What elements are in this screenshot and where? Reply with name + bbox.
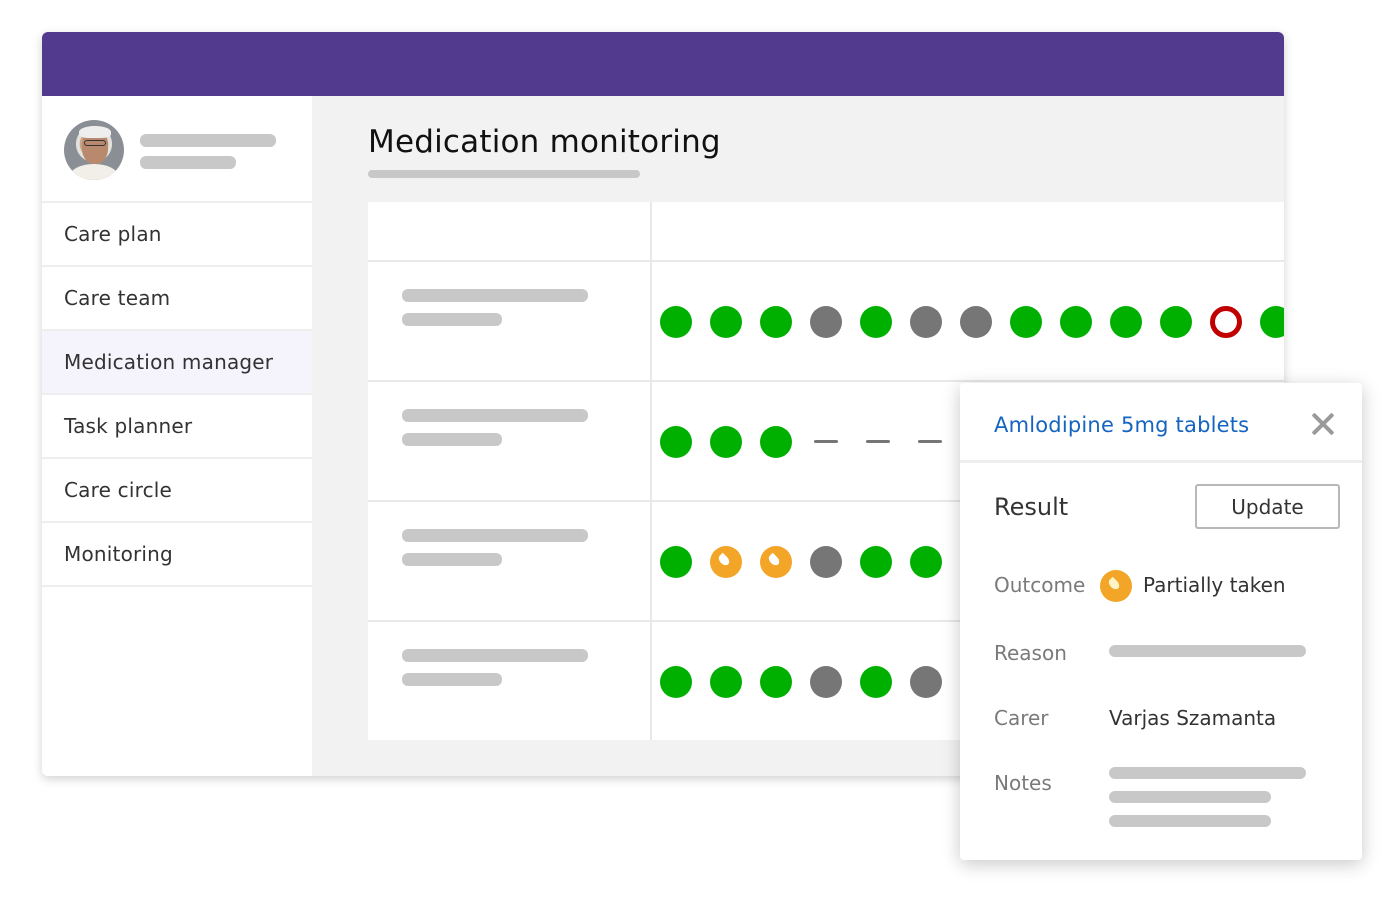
table-row[interactable] xyxy=(368,262,1284,382)
medication-dose-placeholder xyxy=(402,673,502,686)
carer-value: Varjas Szamanta xyxy=(1109,706,1277,730)
dose-status-not-due[interactable] xyxy=(810,546,842,578)
dose-status-taken[interactable] xyxy=(710,306,742,338)
sidebar-item-monitoring[interactable]: Monitoring xyxy=(42,523,312,587)
reason-label: Reason xyxy=(994,641,1067,665)
dose-status-taken[interactable] xyxy=(910,546,942,578)
update-button[interactable]: Update xyxy=(1195,484,1340,529)
sidebar-item-care-circle[interactable]: Care circle xyxy=(42,459,312,523)
dose-status-taken[interactable] xyxy=(860,666,892,698)
medication-name-placeholder xyxy=(402,409,588,422)
reason-placeholder xyxy=(1109,645,1306,657)
dose-status-partial[interactable] xyxy=(710,546,742,578)
dose-status-taken[interactable] xyxy=(860,306,892,338)
dose-status-taken[interactable] xyxy=(760,306,792,338)
page-title: Medication monitoring xyxy=(368,124,721,160)
dose-status-taken[interactable] xyxy=(1010,306,1042,338)
outcome-value: Partially taken xyxy=(1143,573,1286,597)
outcome-label: Outcome xyxy=(994,573,1086,597)
partial-dose-icon xyxy=(1100,570,1132,602)
medication-detail-popup: Amlodipine 5mg tablets Result Update Out… xyxy=(960,383,1362,860)
dose-status-not-due[interactable] xyxy=(910,666,942,698)
dose-status-taken[interactable] xyxy=(1110,306,1142,338)
no-record-dash xyxy=(814,440,838,443)
medication-dose-placeholder xyxy=(402,553,502,566)
notes-placeholder-line xyxy=(1109,815,1271,827)
medication-name-placeholder xyxy=(402,289,588,302)
dose-status-not-due[interactable] xyxy=(810,666,842,698)
app-header xyxy=(42,32,1284,96)
dose-status-taken[interactable] xyxy=(1260,306,1284,338)
popup-header: Amlodipine 5mg tablets xyxy=(960,383,1362,463)
medication-name-placeholder xyxy=(402,529,588,542)
dose-status-taken[interactable] xyxy=(1060,306,1092,338)
dose-status-taken[interactable] xyxy=(710,426,742,458)
notes-placeholder-line xyxy=(1109,767,1306,779)
dose-status-taken[interactable] xyxy=(1160,306,1192,338)
dose-status-taken[interactable] xyxy=(860,546,892,578)
dose-status-taken[interactable] xyxy=(660,666,692,698)
notes-placeholder-line xyxy=(1109,791,1271,803)
dose-status-taken[interactable] xyxy=(760,666,792,698)
dose-status-taken[interactable] xyxy=(710,666,742,698)
sidebar-item-care-plan[interactable]: Care plan xyxy=(42,203,312,267)
page-subtitle-placeholder xyxy=(368,170,640,178)
profile-name-placeholder xyxy=(140,134,276,147)
profile-subtitle-placeholder xyxy=(140,156,236,169)
dose-status-not-due[interactable] xyxy=(960,306,992,338)
no-record-dash xyxy=(918,440,942,443)
result-heading: Result xyxy=(994,493,1069,521)
medication-name-placeholder xyxy=(402,649,588,662)
no-record-dash xyxy=(866,440,890,443)
dose-status-not-due[interactable] xyxy=(810,306,842,338)
sidebar: Care plan Care team Medication manager Task… xyxy=(42,96,312,776)
dose-status-taken[interactable] xyxy=(660,546,692,578)
medication-dose-placeholder xyxy=(402,313,502,326)
popup-title: Amlodipine 5mg tablets xyxy=(994,413,1250,437)
sidebar-nav: Care plan Care team Medication manager Task… xyxy=(42,203,312,587)
dose-status-not-due[interactable] xyxy=(910,306,942,338)
dose-status-partial[interactable] xyxy=(760,546,792,578)
close-icon[interactable] xyxy=(1310,411,1336,437)
medication-dose-placeholder xyxy=(402,433,502,446)
dose-status-taken[interactable] xyxy=(660,426,692,458)
dose-status-taken[interactable] xyxy=(660,306,692,338)
sidebar-item-care-team[interactable]: Care team xyxy=(42,267,312,331)
dose-status-taken[interactable] xyxy=(760,426,792,458)
table-header xyxy=(368,202,1284,262)
sidebar-item-medication-manager[interactable]: Medication manager xyxy=(42,331,312,395)
avatar[interactable] xyxy=(64,120,124,180)
user-profile[interactable] xyxy=(42,96,312,203)
notes-label: Notes xyxy=(994,771,1052,795)
carer-label: Carer xyxy=(994,706,1049,730)
sidebar-item-task-planner[interactable]: Task planner xyxy=(42,395,312,459)
dose-status-missed[interactable] xyxy=(1210,306,1242,338)
